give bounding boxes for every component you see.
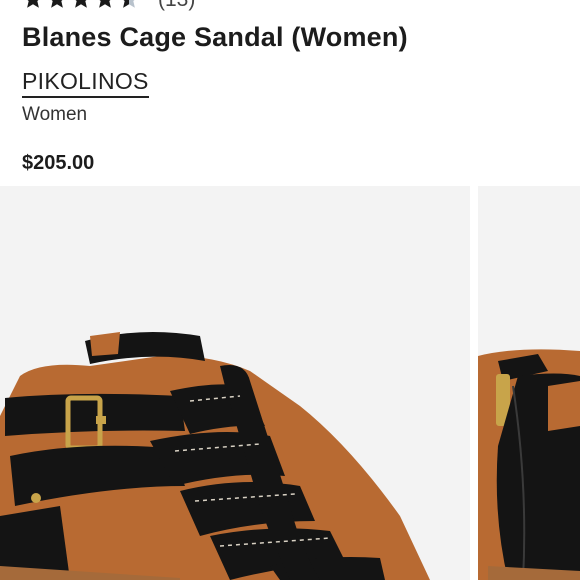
brand-link[interactable]: PIKOLINOS (22, 68, 149, 98)
product-image-next[interactable] (478, 186, 580, 580)
star-icon (51, 0, 63, 8)
product-title: Blanes Cage Sandal (Women) (22, 22, 408, 52)
product-price: $205.00 (22, 152, 95, 174)
sandal-front-icon (0, 332, 430, 580)
half-star-icon (123, 0, 135, 8)
rating-stars[interactable]: (13) (22, 0, 195, 12)
product-image-main[interactable] (0, 186, 470, 580)
star-icon (99, 0, 111, 8)
star-icon (27, 0, 39, 8)
star-icon (75, 0, 87, 8)
product-category: Women (22, 104, 88, 125)
product-image-carousel[interactable] (0, 186, 580, 580)
sandal-back-icon (478, 349, 580, 580)
review-count[interactable]: (13) (158, 0, 195, 10)
